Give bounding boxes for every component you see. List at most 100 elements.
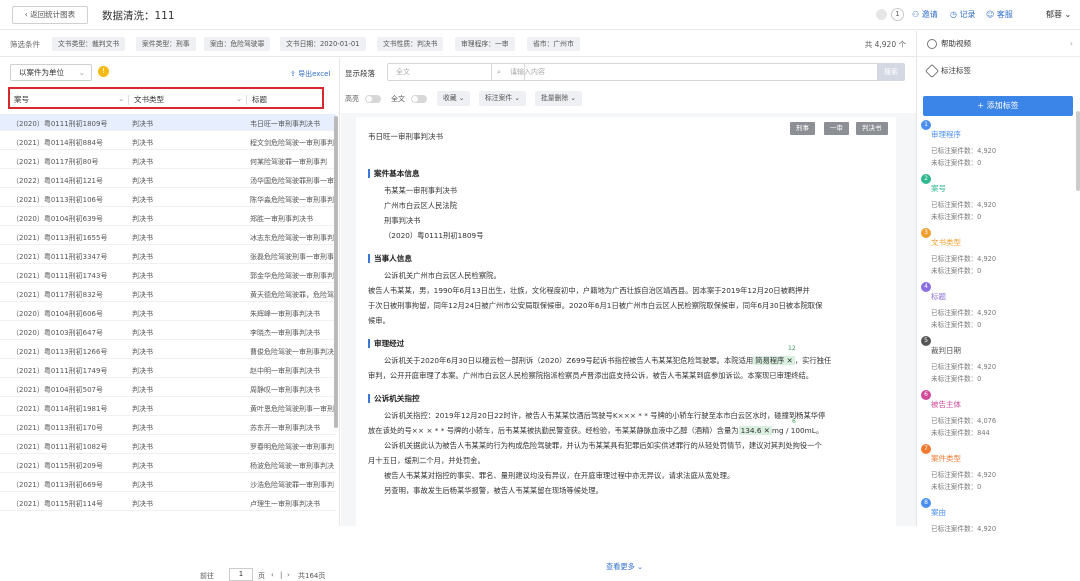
tag-card[interactable]: 2 案号 已标注案件数：4,920 未标注案件数：0 (921, 174, 1071, 226)
chevron-down-icon[interactable]: ⌄ (118, 94, 124, 103)
tag-panel: 帮助视频 › 标注标签 + 添加标签 1 审理程序 已标注案件数：4,920 未标注案件… (916, 31, 1080, 533)
table-row[interactable]: （2020）粤0104刑初639号 判决书 郑胜一审刑事判决书 (0, 209, 336, 226)
list-scrollbar[interactable] (334, 116, 338, 428)
batch-delete-button[interactable]: 批量删除 ⌄ (535, 91, 583, 106)
invite-button[interactable]: ⚇ 邀请 (912, 9, 938, 20)
filter-chip[interactable]: 审理程序：一审 (455, 37, 515, 51)
tag-card[interactable]: 5 裁判日期 已标注案件数：4,920 未标注案件数：0 (921, 336, 1071, 388)
search-input[interactable]: ⌕ 请输入内容 (491, 63, 881, 81)
tag-name: 案件类型 (931, 454, 961, 463)
user-menu[interactable]: 郁蓉 ⌄ (1046, 9, 1071, 20)
cell-title: 汤华国危险驾驶罪刑事一审 (250, 177, 334, 185)
avatar-dot[interactable] (876, 9, 887, 20)
table-row[interactable]: （2020）粤0111刑初1809号 判决书 韦日旺一审刑事判决书 (0, 114, 336, 131)
back-button[interactable]: ‹ 返回统计图表 (12, 6, 88, 24)
cell-doc-type: 判决书 (132, 215, 153, 223)
tag-labeled-count: 已标注案件数：4,920 (931, 363, 997, 371)
table-row[interactable]: （2020）粤0104刑初606号 判决书 朱辉峰一审刑事判决书 (0, 304, 336, 321)
export-excel-button[interactable]: ⇪ 导出excel (290, 69, 330, 79)
cell-case-number: （2021）粤0114刑初1981号 (12, 405, 108, 413)
cell-title: 沙浩危险驾驶罪一审刑事判 (250, 481, 334, 489)
table-row[interactable]: （2021）粤0113刑初1655号 判决书 冰志东危险驾驶一审刑事判 (0, 228, 336, 245)
table-row[interactable]: （2021）粤0114刑初884号 判决书 程文剑危险驾驶一审刑事判 (0, 133, 336, 150)
unit-select[interactable]: 以案件为单位 ⌄ (10, 64, 92, 81)
table-row[interactable]: （2021）粤0111刑初1749号 判决书 赵中明一审刑事判决书 (0, 361, 336, 378)
table-row[interactable]: （2021）粤0113刑初1266号 判决书 曹俊危险驾驶一审刑事判决 (0, 342, 336, 359)
tag-label-item: 标注标签 (917, 58, 1080, 84)
tag-card[interactable]: 3 文书类型 已标注案件数：4,920 未标注案件数：0 (921, 228, 1071, 280)
pager-next-button[interactable]: › (287, 571, 290, 579)
table-row[interactable]: （2021）粤0113刑初170号 判决书 苏东开一审刑事判决书 (0, 418, 336, 435)
tag-card[interactable]: 8 案由 已标注案件数：4,920 (921, 498, 1071, 550)
tag-labeled-count: 已标注案件数：4,076 (931, 417, 997, 425)
table-row[interactable]: （2021）粤0115刑初209号 判决书 杨波危险驾驶一审刑事判决 (0, 456, 336, 473)
table-row[interactable]: （2022）粤0114刑初121号 判决书 汤华国危险驾驶罪刑事一审 (0, 171, 336, 188)
show-more-link[interactable]: 查看更多 ⌄ (606, 562, 643, 572)
chevron-down-icon: ⌄ (568, 94, 577, 102)
warning-icon[interactable]: ! (98, 66, 109, 77)
column-header-case[interactable]: 案号 (14, 94, 29, 105)
service-button[interactable]: ☺ 客服 (986, 9, 1013, 20)
table-row[interactable]: （2021）粤0114刑初1981号 判决书 黄叶恩危险驾驶刑事一审刑 (0, 399, 336, 416)
chevron-down-icon: ⌄ (78, 68, 85, 77)
add-tag-button[interactable]: + 添加标签 (923, 96, 1073, 116)
column-header-type[interactable]: 文书类型 (134, 94, 164, 105)
table-row[interactable]: （2021）粤0111刑初1082号 判决书 罗春明危险驾驶一审刑事判 (0, 437, 336, 454)
filter-chip[interactable]: 案件类型：刑事 (136, 37, 196, 51)
close-icon[interactable]: ✕ (784, 356, 793, 365)
cell-doc-type: 判决书 (132, 158, 153, 166)
close-icon[interactable]: ✕ (761, 426, 770, 435)
cell-case-number: （2021）粤0117刑初80号 (12, 158, 99, 166)
cell-case-number: （2021）粤0113刑初106号 (12, 196, 103, 204)
highlight-toggle-label: 高亮 (345, 95, 359, 103)
filter-chip[interactable]: 案由：危险驾驶罪 (204, 37, 271, 51)
tag-scrollbar[interactable] (1076, 111, 1080, 191)
filter-chip[interactable]: 文书类型：裁判文书 (52, 37, 126, 51)
doc-tag[interactable]: 刑事 (790, 122, 815, 135)
cell-title: 冰志东危险驾驶一审刑事判 (250, 234, 334, 242)
tag-card[interactable]: 6 被告主体 已标注案件数：4,076 未标注案件数：844 (921, 390, 1071, 442)
chevron-down-icon: ⌄ (1062, 10, 1072, 19)
table-row[interactable]: （2021）粤0104刑初507号 判决书 周静叹一审刑事判决书 (0, 380, 336, 397)
filter-chip[interactable]: 文书性质：判决书 (377, 37, 444, 51)
tag-unlabeled-count: 未标注案件数：0 (931, 159, 982, 167)
tag-case-button[interactable]: 标注案件 ⌄ (479, 91, 527, 106)
cell-doc-type: 判决书 (132, 120, 153, 128)
filter-chip[interactable]: 文书日期：2020-01-01 (280, 37, 366, 51)
pager-page-input[interactable]: 1 (229, 568, 253, 581)
column-header-title[interactable]: 标题 (252, 94, 267, 105)
tag-card[interactable]: 7 案件类型 已标注案件数：4,920 未标注案件数：0 (921, 444, 1071, 496)
doc-tag[interactable]: 判决书 (856, 122, 888, 135)
tag-unlabeled-count: 未标注案件数：0 (931, 375, 982, 383)
tag-number-badge: 4 (921, 282, 931, 292)
fulltext-toggle[interactable] (411, 95, 427, 103)
cell-case-number: （2021）粤0104刑初507号 (12, 386, 103, 394)
search-button[interactable]: 搜索 (877, 63, 905, 81)
highlight-term[interactable]: 134.6 ✕ (738, 426, 772, 435)
tag-card[interactable]: 1 审理程序 已标注案件数：4,920 未标注案件数：0 (921, 120, 1071, 172)
record-button[interactable]: ◷ 记录 (950, 9, 976, 20)
chevron-down-icon[interactable]: ⌄ (236, 94, 242, 103)
table-row[interactable]: （2021）粤0113刑初106号 判决书 陈华淼危险驾驶一审刑事判 (0, 190, 336, 207)
cell-case-number: （2021）粤0115刑初114号 (12, 500, 103, 508)
highlight-toggle[interactable] (365, 95, 381, 103)
cell-case-number: （2021）粤0113刑初1266号 (12, 348, 108, 356)
pager-prev-button[interactable]: ‹ (271, 571, 274, 579)
tag-card[interactable]: 4 标题 已标注案件数：4,920 未标注案件数：0 (921, 282, 1071, 334)
cell-case-number: （2020）粤0111刑初1809号 (12, 120, 108, 128)
table-row[interactable]: （2021）粤0115刑初114号 判决书 卢理生一审刑事判决书 (0, 494, 336, 511)
doc-tag[interactable]: 一审 (824, 122, 849, 135)
table-row[interactable]: （2020）粤0103刑初647号 判决书 李晓杰一审刑事判决书 (0, 323, 336, 340)
collect-button[interactable]: 收藏 ⌄ (437, 91, 471, 106)
pager-unit: 页 (258, 572, 265, 580)
table-row[interactable]: （2021）粤0117刑初80号 判决书 何某险驾驶罪一审刑事判 (0, 152, 336, 169)
tag-name: 文书类型 (931, 238, 961, 247)
table-row[interactable]: （2021）粤0111刑初3347号 判决书 张磊危险驾驶刑事一审刑事 (0, 247, 336, 264)
help-video-item[interactable]: 帮助视频 › (917, 31, 1080, 57)
highlight-term[interactable]: 简易程序 ✕ (753, 356, 795, 365)
filter-chip[interactable]: 省市：广州市 (527, 37, 580, 51)
table-row[interactable]: （2021）粤0113刑初669号 判决书 沙浩危险驾驶罪一审刑事判 (0, 475, 336, 492)
table-row[interactable]: （2021）粤0111刑初1743号 判决书 郭金华危险驾驶一审刑事判 (0, 266, 336, 283)
table-row[interactable]: （2021）粤0117刑初832号 判决书 黄天德危险驾驶罪，危险驾 (0, 285, 336, 302)
notification-badge[interactable]: 1 (891, 8, 904, 21)
